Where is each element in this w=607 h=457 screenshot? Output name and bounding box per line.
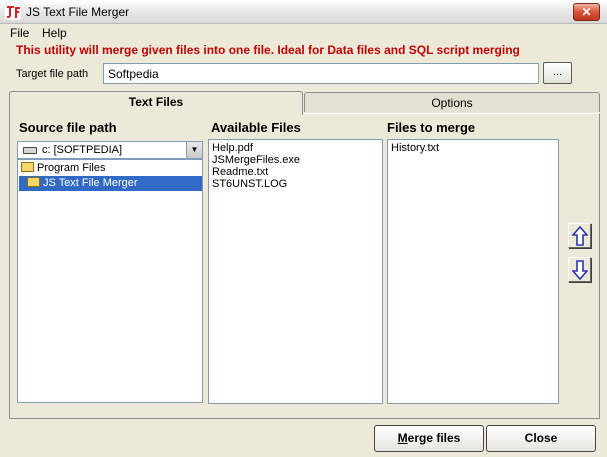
list-item[interactable]: Readme.txt (209, 166, 382, 178)
available-heading: Available Files (211, 120, 301, 135)
folder-item-selected[interactable]: JS Text File Merger (19, 176, 202, 191)
merge-files-button[interactable]: Merge files (374, 425, 484, 452)
window-title: JS Text File Merger (26, 5, 130, 19)
close-button[interactable]: Close (486, 425, 596, 452)
folder-icon (21, 162, 34, 172)
folder-tree[interactable]: Program Files JS Text File Merger (17, 159, 203, 403)
list-item[interactable]: ST6UNST.LOG (209, 178, 382, 190)
info-banner: This utility will merge given files into… (16, 43, 520, 57)
folder-item[interactable]: Program Files (21, 161, 201, 176)
move-up-button[interactable] (568, 223, 591, 248)
drive-select[interactable]: c: [SOFTPEDIA] ▼ (17, 141, 203, 159)
source-heading: Source file path (19, 120, 117, 135)
window-close-button[interactable]: ✕ (573, 3, 600, 21)
target-path-input[interactable] (103, 63, 539, 84)
merge-files-list[interactable]: History.txt (387, 139, 559, 404)
js-app-icon (5, 4, 21, 20)
available-files-list[interactable]: Help.pdf JSMergeFiles.exe Readme.txt ST6… (208, 139, 383, 404)
folder-label: Program Files (37, 162, 106, 174)
chevron-down-icon[interactable]: ▼ (186, 142, 202, 158)
folder-label: JS Text File Merger (43, 177, 138, 189)
merge-button-mnemonic: M (397, 431, 408, 445)
list-item[interactable]: Help.pdf (209, 142, 382, 154)
merge-button-label: erge files (407, 431, 461, 445)
menu-bar: File Help (0, 24, 607, 42)
target-path-label: Target file path (16, 68, 89, 80)
up-arrow-icon (572, 226, 588, 246)
down-arrow-icon (572, 260, 588, 280)
title-bar: JS Text File Merger ✕ (0, 0, 607, 24)
menu-file[interactable]: File (10, 26, 29, 40)
list-item[interactable]: JSMergeFiles.exe (209, 154, 382, 166)
tab-text-files[interactable]: Text Files (9, 91, 303, 115)
menu-help[interactable]: Help (42, 26, 67, 40)
open-folder-icon (27, 177, 40, 187)
drive-value: c: [SOFTPEDIA] (42, 144, 123, 156)
tab-options[interactable]: Options (304, 92, 600, 112)
list-item[interactable]: History.txt (388, 142, 558, 154)
drive-icon (23, 147, 37, 154)
move-down-button[interactable] (568, 257, 591, 282)
browse-button[interactable]: ... (543, 62, 572, 84)
merge-heading: Files to merge (387, 120, 476, 135)
